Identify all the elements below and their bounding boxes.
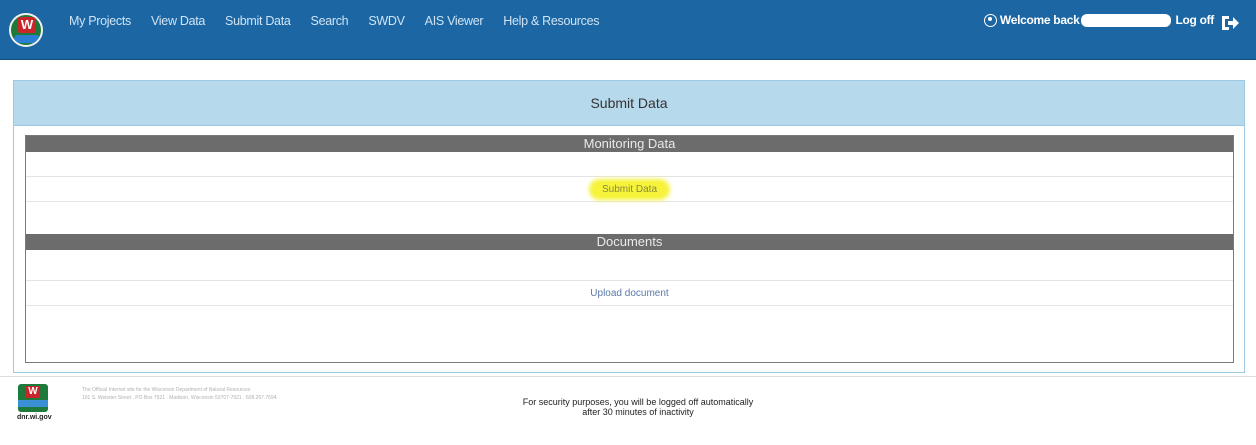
footer-info-line2: 101 S. Webster Street . PO Box 7921 . Ma… <box>82 395 277 401</box>
nav-ais-viewer[interactable]: AIS Viewer <box>425 14 484 28</box>
user-icon <box>983 13 997 27</box>
table-row <box>26 306 1233 331</box>
nav-submit-data[interactable]: Submit Data <box>225 14 291 28</box>
logoff-icon[interactable] <box>1220 13 1240 33</box>
redacted-username <box>1081 13 1172 27</box>
nav-links: My Projects View Data Submit Data Search… <box>69 14 619 28</box>
upload-document-link[interactable]: Upload document <box>590 288 668 299</box>
top-navbar: W My Projects View Data Submit Data Sear… <box>0 0 1256 60</box>
nav-help-resources[interactable]: Help & Resources <box>503 14 599 28</box>
logoff-link[interactable]: Log off <box>1175 13 1214 27</box>
table-row <box>26 250 1233 281</box>
dnr-logo-icon[interactable]: W dnr.wi.gov <box>14 384 52 424</box>
table-row: Submit Data <box>26 177 1233 202</box>
dnr-logo-caption: dnr.wi.gov <box>17 414 52 421</box>
nav-search[interactable]: Search <box>311 14 349 28</box>
footer-info-line1: The Official Internet site for the Wisco… <box>82 387 251 393</box>
submit-data-link[interactable]: Submit Data <box>591 182 668 197</box>
swims-logo-icon[interactable]: W <box>9 13 43 47</box>
section-header-monitoring: Monitoring Data <box>26 136 1233 152</box>
nav-my-projects[interactable]: My Projects <box>69 14 131 28</box>
table-row: Upload document <box>26 281 1233 306</box>
table-row <box>26 202 1233 234</box>
footer-divider <box>0 376 1256 377</box>
nav-view-data[interactable]: View Data <box>151 14 205 28</box>
table-row <box>26 152 1233 177</box>
user-area: Welcome back Log off <box>983 10 1240 33</box>
panel-title: Submit Data <box>14 81 1244 126</box>
section-header-documents: Documents <box>26 234 1233 250</box>
submission-table: Monitoring Data Submit Data Documents Up… <box>25 135 1234 363</box>
nav-swdv[interactable]: SWDV <box>368 14 405 28</box>
footer-info: The Official Internet site for the Wisco… <box>82 386 276 402</box>
submit-data-panel: Submit Data Monitoring Data Submit Data … <box>13 80 1245 373</box>
security-notice: For security purposes, you will be logge… <box>522 397 754 417</box>
welcome-text: Welcome back <box>999 13 1080 27</box>
